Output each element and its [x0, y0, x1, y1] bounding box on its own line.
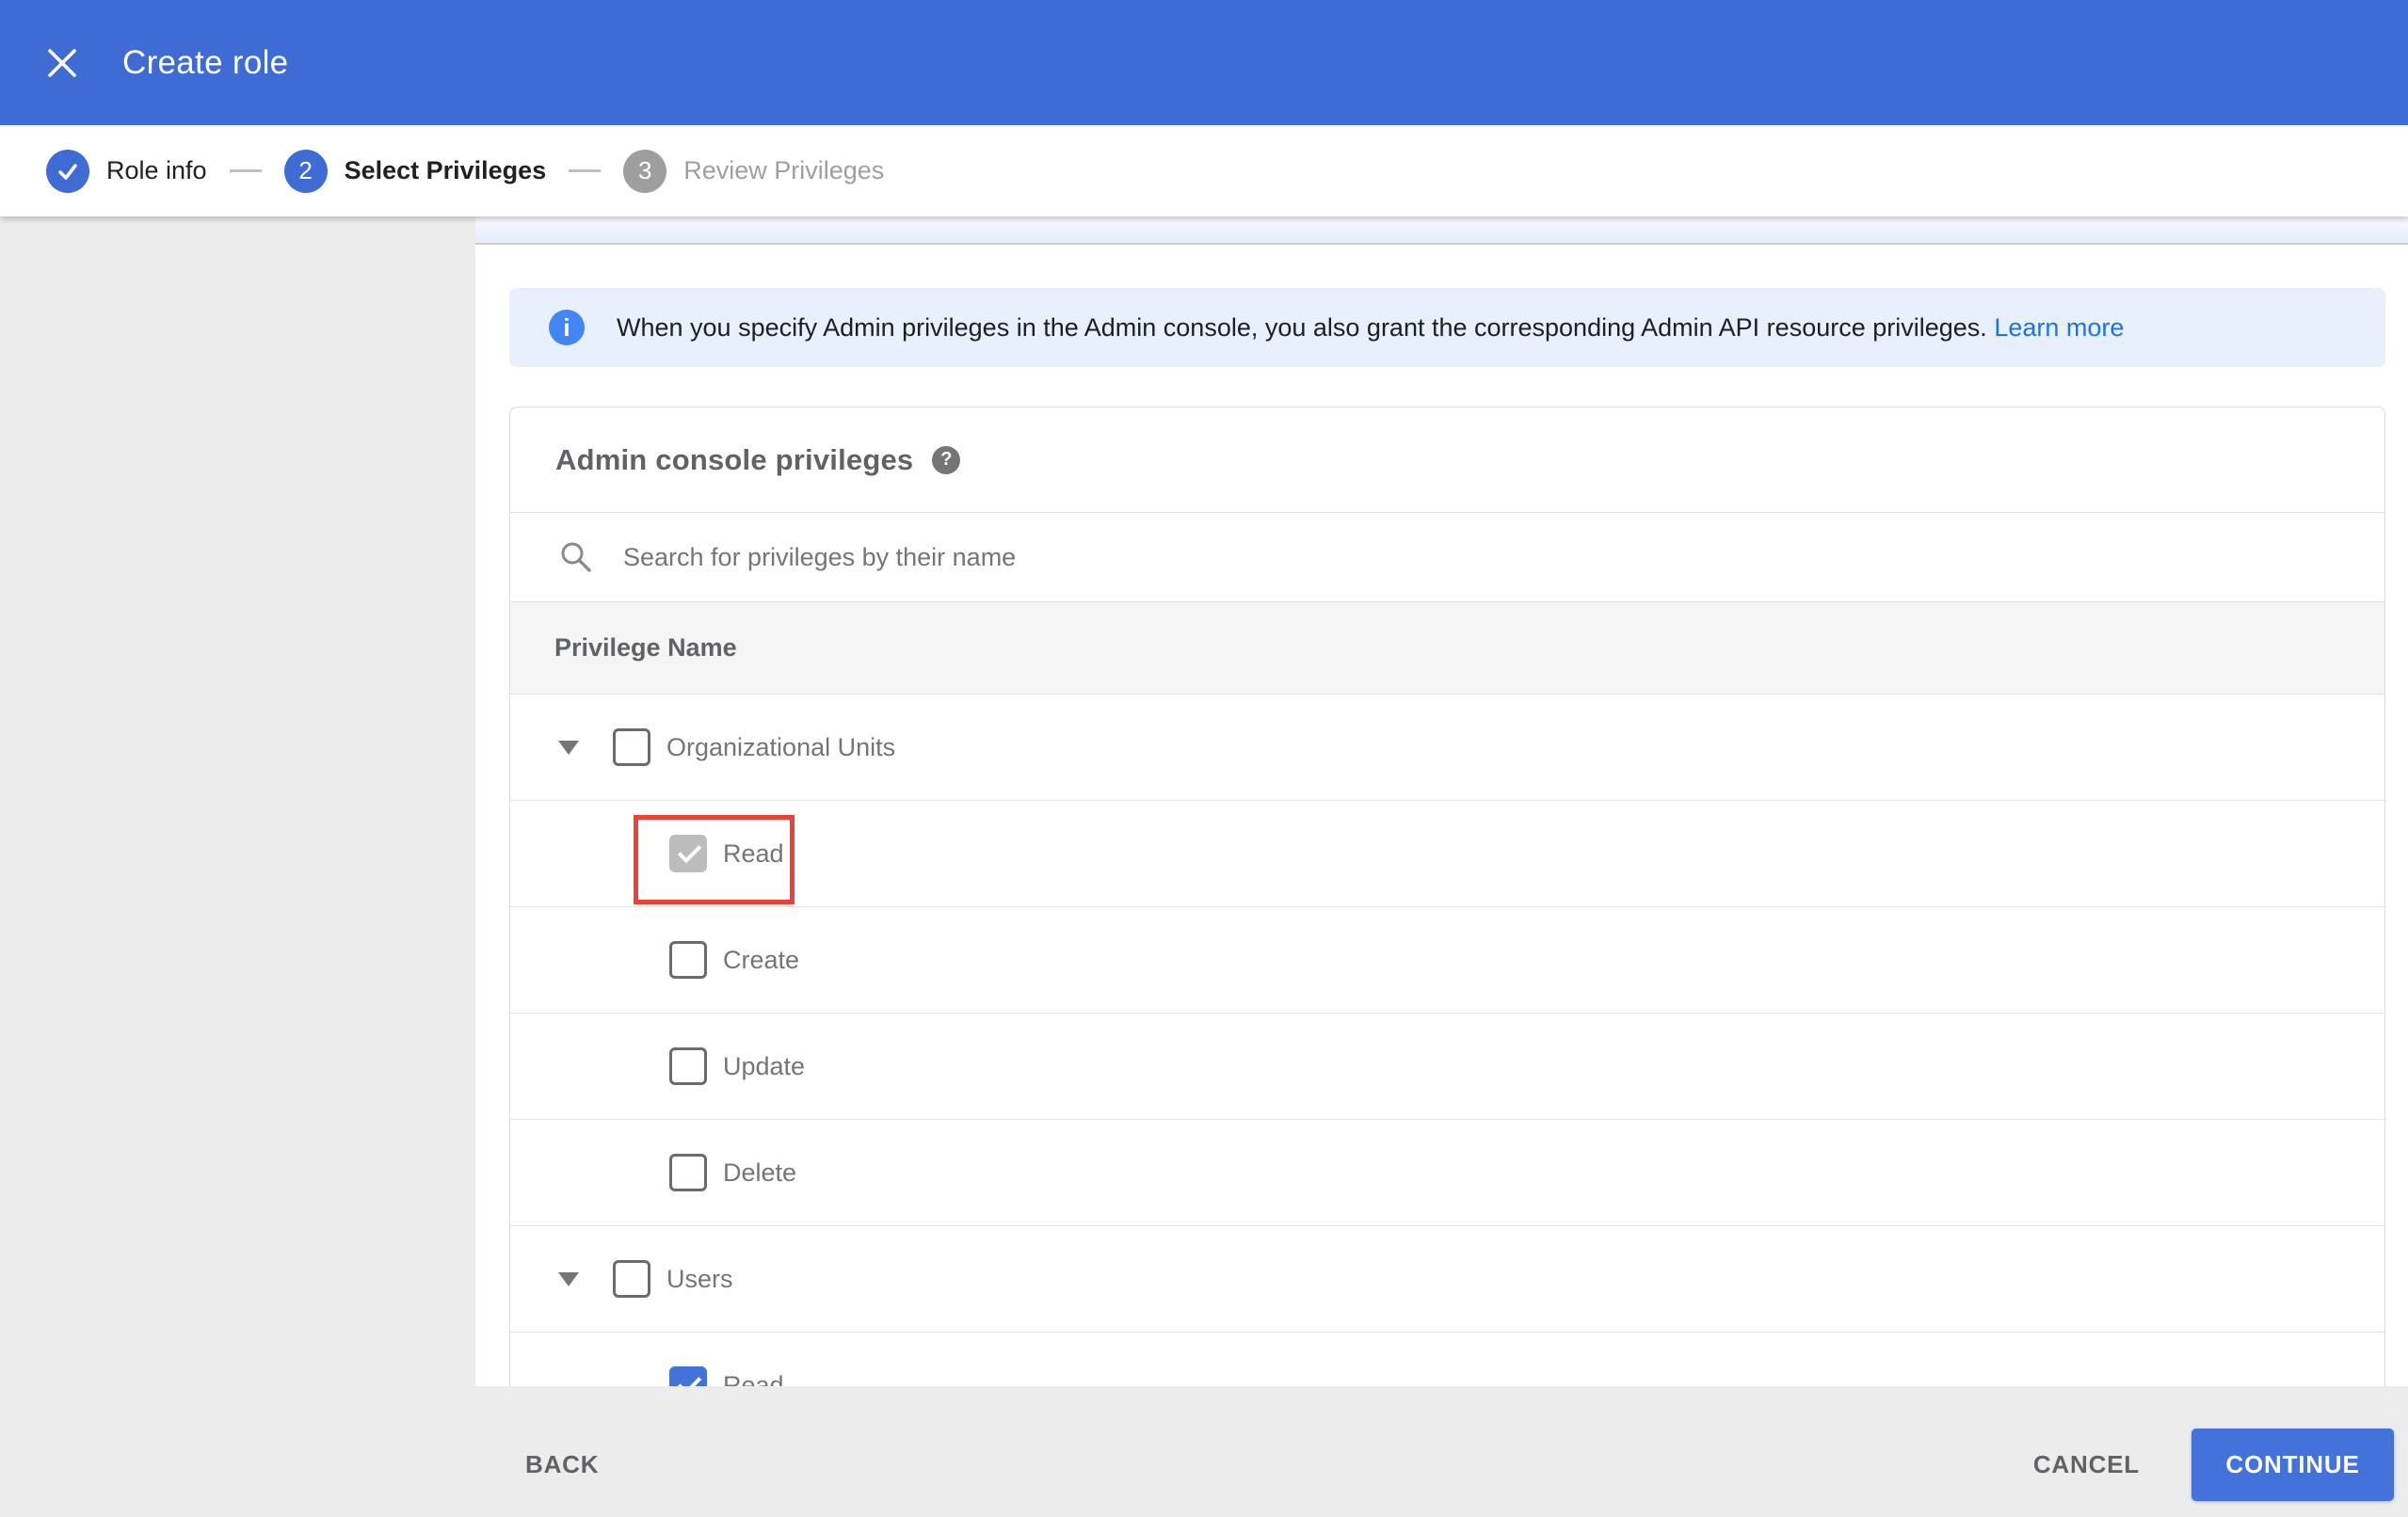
close-icon[interactable] — [43, 44, 81, 82]
privilege-checkbox[interactable] — [669, 1154, 707, 1191]
dialog-body: i When you specify Admin privileges in t… — [0, 216, 2408, 1517]
continue-button[interactable]: CONTINUE — [2191, 1429, 2394, 1501]
privilege-row-read[interactable]: Read — [510, 801, 2384, 907]
search-input[interactable] — [621, 528, 2384, 586]
privilege-label: Update — [723, 1051, 806, 1080]
info-icon: i — [549, 310, 585, 345]
privilege-row-update[interactable]: Update — [510, 1014, 2384, 1120]
step-role-info[interactable]: Role info — [46, 149, 207, 193]
privilege-checkbox[interactable] — [613, 728, 650, 766]
create-role-dialog: Create role Role info 2 Select Privilege… — [0, 0, 2408, 1517]
dialog-title: Create role — [122, 43, 289, 81]
privilege-checkbox[interactable] — [669, 1047, 707, 1085]
admin-console-privileges-card: Admin console privileges ? Privilege Nam… — [509, 407, 2385, 1517]
step-role-info-label: Role info — [106, 156, 207, 184]
privilege-label: Users — [666, 1264, 733, 1293]
privilege-label: Create — [723, 945, 800, 974]
info-banner-text: When you specify Admin privileges in the… — [617, 312, 2125, 342]
table-header-row: Privilege Name — [510, 601, 2384, 695]
step-review-privileges-label: Review Privileges — [683, 156, 885, 184]
content-panel: i When you specify Admin privileges in t… — [475, 216, 2408, 1517]
privilege-checkbox[interactable] — [613, 1260, 650, 1298]
step-select-privileges-label: Select Privileges — [344, 156, 547, 184]
appbar: Create role — [0, 0, 2408, 125]
privilege-row-users[interactable]: Users — [510, 1226, 2384, 1333]
privilege-search-row — [510, 513, 2384, 601]
collapse-arrow-icon[interactable] — [558, 1271, 579, 1286]
collapse-arrow-icon[interactable] — [558, 740, 579, 755]
card-title: Admin console privileges — [555, 442, 914, 476]
step-connector — [229, 169, 262, 172]
privilege-checkbox[interactable] — [669, 835, 707, 872]
action-bar: BACK CANCEL CONTINUE — [0, 1386, 2408, 1517]
info-banner: i When you specify Admin privileges in t… — [509, 288, 2385, 367]
step-completed-check-icon — [46, 149, 89, 193]
privilege-row-delete[interactable]: Delete — [510, 1120, 2384, 1226]
step-number-badge: 3 — [623, 149, 667, 193]
step-number-badge: 2 — [283, 149, 328, 193]
stepper: Role info 2 Select Privileges 3 Review P… — [0, 125, 2408, 216]
search-icon — [561, 542, 591, 572]
learn-more-link[interactable]: Learn more — [1994, 313, 2124, 342]
privilege-name-header: Privilege Name — [554, 633, 737, 662]
step-select-privileges[interactable]: 2 Select Privileges — [283, 149, 547, 193]
privilege-label: Delete — [723, 1158, 797, 1187]
card-header: Admin console privileges ? — [510, 407, 2384, 513]
help-icon[interactable]: ? — [932, 445, 961, 474]
privilege-row-create[interactable]: Create — [510, 907, 2384, 1014]
cancel-button[interactable]: CANCEL — [2033, 1450, 2140, 1479]
scroll-top-strip — [475, 216, 2408, 245]
step-connector — [569, 169, 602, 172]
back-button[interactable]: BACK — [525, 1450, 599, 1479]
step-review-privileges[interactable]: 3 Review Privileges — [623, 149, 885, 193]
privilege-row-organizational-units[interactable]: Organizational Units — [510, 695, 2384, 801]
privilege-label: Read — [723, 838, 784, 868]
privilege-checkbox[interactable] — [669, 941, 707, 979]
privilege-label: Organizational Units — [666, 732, 896, 761]
